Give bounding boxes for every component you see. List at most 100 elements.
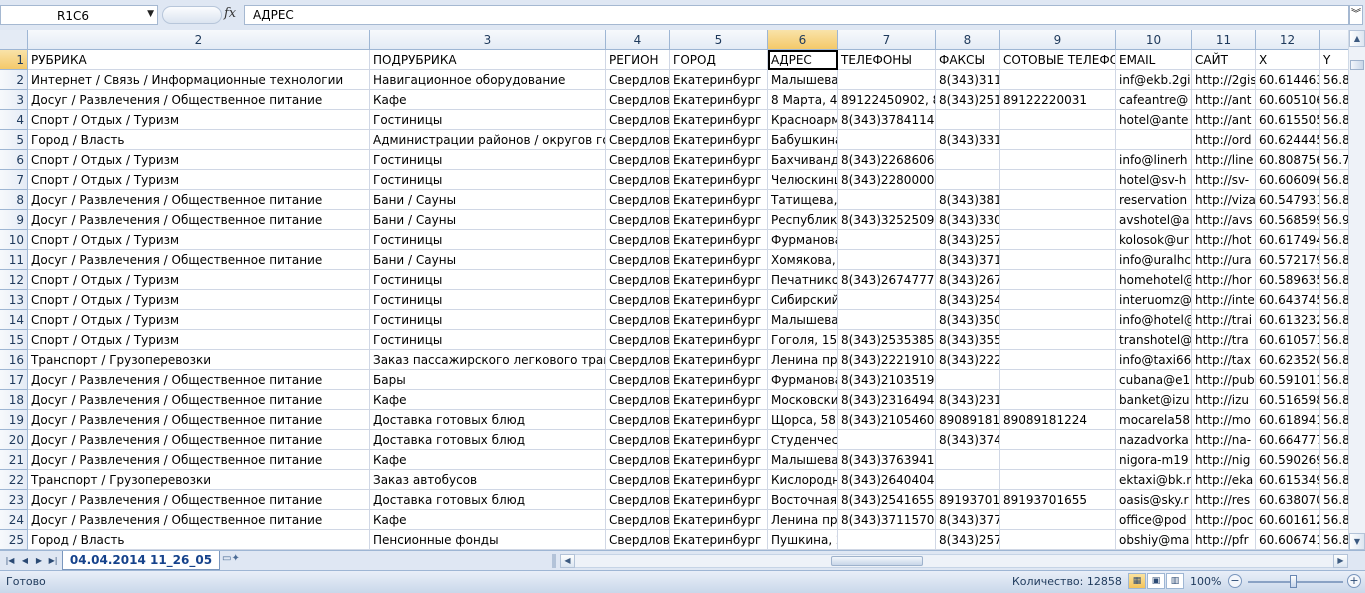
table-cell[interactable]: 56.8: [1320, 370, 1348, 390]
table-cell[interactable]: ФАКСЫ: [936, 50, 1000, 70]
table-cell[interactable]: Досуг / Развлечения / Общественное питан…: [28, 250, 370, 270]
table-cell[interactable]: [1000, 130, 1116, 150]
table-cell[interactable]: Кислородн: [768, 470, 838, 490]
table-cell[interactable]: Бабушкина, 16: [768, 130, 838, 150]
table-cell[interactable]: Досуг / Развлечения / Общественное питан…: [28, 450, 370, 470]
table-cell[interactable]: Свердлов: [606, 490, 670, 510]
table-cell[interactable]: office@pod: [1116, 510, 1192, 530]
table-cell[interactable]: Малышева, 51: [768, 70, 838, 90]
table-cell[interactable]: 60.638070: [1256, 490, 1320, 510]
table-cell[interactable]: [1000, 330, 1116, 350]
column-header[interactable]: 4: [606, 30, 670, 50]
table-cell[interactable]: http://ant: [1192, 110, 1256, 130]
table-cell[interactable]: Екатеринбург: [670, 210, 768, 230]
table-cell[interactable]: Транспорт / Грузоперевозки: [28, 350, 370, 370]
table-cell[interactable]: nazadvorka: [1116, 430, 1192, 450]
table-cell[interactable]: 60.591011: [1256, 370, 1320, 390]
table-cell[interactable]: 8(343)2541655, 8: [838, 490, 936, 510]
table-cell[interactable]: http://na-: [1192, 430, 1256, 450]
table-cell[interactable]: Спорт / Отдых / Туризм: [28, 330, 370, 350]
active-cell[interactable]: АДРЕС: [768, 50, 838, 70]
table-cell[interactable]: Бары: [370, 370, 606, 390]
table-cell[interactable]: Республик: [768, 210, 838, 230]
table-cell[interactable]: 8(343)3743096: [936, 430, 1000, 450]
table-cell[interactable]: 8(343)2280000: [838, 170, 936, 190]
table-cell[interactable]: info@taxi66: [1116, 350, 1192, 370]
table-cell[interactable]: Гостиницы: [370, 270, 606, 290]
table-cell[interactable]: [1000, 230, 1116, 250]
table-cell[interactable]: 60.808756: [1256, 150, 1320, 170]
table-cell[interactable]: http://poc: [1192, 510, 1256, 530]
table-cell[interactable]: http://tra: [1192, 330, 1256, 350]
table-cell[interactable]: [838, 130, 936, 150]
sheet-tab-active[interactable]: 04.04.2014 11_26_05: [62, 551, 220, 570]
insert-sheet-icon[interactable]: ▭✦: [222, 553, 248, 569]
vertical-scroll-thumb[interactable]: [1350, 60, 1364, 70]
column-header[interactable]: 3: [370, 30, 606, 50]
table-cell[interactable]: Екатеринбург: [670, 430, 768, 450]
scroll-down-icon[interactable]: ▼: [1349, 533, 1365, 550]
column-header[interactable]: 8: [936, 30, 1000, 50]
horizontal-scrollbar[interactable]: ◀ ▶: [560, 554, 1348, 568]
table-cell[interactable]: 56.8: [1320, 230, 1348, 250]
table-cell[interactable]: 8(343)2223466: [936, 350, 1000, 370]
column-header[interactable]: 11: [1192, 30, 1256, 50]
table-cell[interactable]: ektaxi@bk.r: [1116, 470, 1192, 490]
table-cell[interactable]: Екатеринбург: [670, 470, 768, 490]
table-cell[interactable]: Бани / Сауны: [370, 250, 606, 270]
table-cell[interactable]: Екатеринбург: [670, 530, 768, 550]
table-cell[interactable]: Печатнико: [768, 270, 838, 290]
row-header[interactable]: 16: [0, 350, 28, 370]
table-cell[interactable]: Гостиницы: [370, 290, 606, 310]
table-cell[interactable]: Кафе: [370, 450, 606, 470]
table-cell[interactable]: Досуг / Развлечения / Общественное питан…: [28, 90, 370, 110]
table-cell[interactable]: http://mo: [1192, 410, 1256, 430]
last-sheet-icon[interactable]: ▶|: [47, 554, 59, 568]
table-cell[interactable]: http://viza: [1192, 190, 1256, 210]
table-cell[interactable]: САЙТ: [1192, 50, 1256, 70]
column-header[interactable]: 7: [838, 30, 936, 50]
table-cell[interactable]: 56.8: [1320, 450, 1348, 470]
table-cell[interactable]: Екатеринбург: [670, 450, 768, 470]
table-cell[interactable]: 56.9: [1320, 210, 1348, 230]
table-cell[interactable]: 60.615505: [1256, 110, 1320, 130]
vertical-scrollbar[interactable]: ▲ ▼: [1348, 30, 1365, 550]
table-cell[interactable]: obshiy@ma: [1116, 530, 1192, 550]
table-cell[interactable]: http://hot: [1192, 230, 1256, 250]
table-cell[interactable]: http://eka: [1192, 470, 1256, 490]
table-cell[interactable]: [1000, 110, 1116, 130]
insert-function-icon[interactable]: fx: [224, 6, 236, 21]
table-cell[interactable]: ГОРОД: [670, 50, 768, 70]
zoom-out-icon[interactable]: −: [1228, 574, 1242, 588]
table-cell[interactable]: Екатеринбург: [670, 510, 768, 530]
row-header[interactable]: 5: [0, 130, 28, 150]
table-cell[interactable]: 56.8: [1320, 510, 1348, 530]
table-cell[interactable]: 8(343)3711333, 8(343)3768890: [936, 250, 1000, 270]
scroll-left-icon[interactable]: ◀: [560, 554, 575, 568]
table-cell[interactable]: Пенсионные фонды: [370, 530, 606, 550]
table-cell[interactable]: 56.8: [1320, 390, 1348, 410]
table-cell[interactable]: Гостиницы: [370, 330, 606, 350]
table-cell[interactable]: [1000, 430, 1116, 450]
table-cell[interactable]: 8(343)3252509, 8: [838, 210, 936, 230]
table-cell[interactable]: 8(343)2221910, 8: [838, 350, 936, 370]
table-cell[interactable]: [838, 190, 936, 210]
table-cell[interactable]: Бахчиванд: [768, 150, 838, 170]
row-header[interactable]: 11: [0, 250, 28, 270]
table-cell[interactable]: 56.8: [1320, 330, 1348, 350]
table-cell[interactable]: banket@izu: [1116, 390, 1192, 410]
table-cell[interactable]: 8(343)3711570: [838, 510, 936, 530]
table-cell[interactable]: interuomz@: [1116, 290, 1192, 310]
table-cell[interactable]: Свердлов: [606, 530, 670, 550]
table-cell[interactable]: 60.610571: [1256, 330, 1320, 350]
table-cell[interactable]: kolosok@ur: [1116, 230, 1192, 250]
table-cell[interactable]: transhotel@: [1116, 330, 1192, 350]
table-cell[interactable]: Спорт / Отдых / Туризм: [28, 270, 370, 290]
table-cell[interactable]: http://pfr: [1192, 530, 1256, 550]
table-cell[interactable]: РУБРИКА: [28, 50, 370, 70]
table-cell[interactable]: Свердлов: [606, 310, 670, 330]
row-header[interactable]: 19: [0, 410, 28, 430]
table-cell[interactable]: Доставка готовых блюд: [370, 410, 606, 430]
table-cell[interactable]: 60.613232: [1256, 310, 1320, 330]
table-cell[interactable]: 60.601612: [1256, 510, 1320, 530]
